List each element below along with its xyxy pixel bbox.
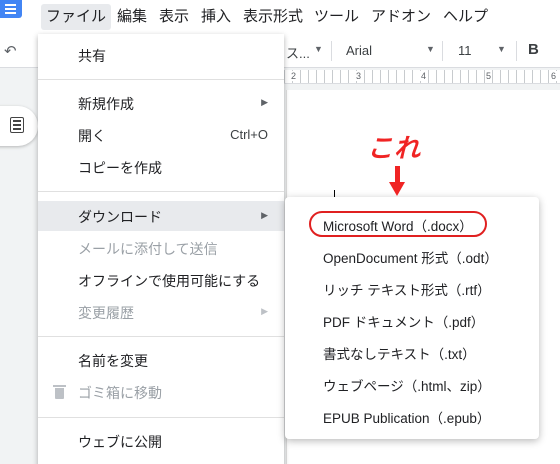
menu-addons[interactable]: アドオン xyxy=(366,4,436,30)
style-chevron-down-icon[interactable]: ▼ xyxy=(314,44,323,54)
menu-format[interactable]: 表示形式 xyxy=(238,4,308,30)
file-menu-rename[interactable]: 名前を変更 xyxy=(38,345,284,375)
trash-icon xyxy=(53,385,66,399)
submenu-item-label: Microsoft Word（.docx） xyxy=(323,219,473,234)
annotation-arrowhead-icon xyxy=(389,182,405,196)
file-menu-make-copy[interactable]: コピーを作成 xyxy=(38,152,284,182)
ruler-number: 5 xyxy=(485,71,493,81)
download-epub[interactable]: EPUB Publication（.epub） xyxy=(285,399,539,431)
menu-divider xyxy=(38,79,284,80)
ruler: 2 3 4 5 6 xyxy=(284,70,560,84)
menu-item-label: コピーを作成 xyxy=(78,160,162,176)
menu-tools[interactable]: ツール xyxy=(309,4,364,30)
menu-item-label: 開く xyxy=(78,128,106,144)
menu-item-label: ウェブに公開 xyxy=(78,434,162,450)
file-menu-email-attachment[interactable]: メールに添付して送信 xyxy=(38,233,284,263)
file-menu-share[interactable]: 共有 xyxy=(38,40,284,70)
ruler-number: 4 xyxy=(420,71,428,81)
file-menu-new[interactable]: 新規作成 ▶ xyxy=(38,88,284,118)
file-menu-publish-to-web[interactable]: ウェブに公開 xyxy=(38,426,284,456)
download-rtf[interactable]: リッチ テキスト形式（.rtf） xyxy=(285,271,539,303)
menu-item-label: 共有 xyxy=(78,48,106,64)
submenu-item-label: OpenDocument 形式（.odt） xyxy=(323,251,498,266)
download-html[interactable]: ウェブページ（.html、zip） xyxy=(285,367,539,399)
menu-insert[interactable]: 挿入 xyxy=(196,4,236,30)
menu-bar: ファイル 編集 表示 挿入 表示形式 ツール アドオン ヘルプ xyxy=(0,0,560,34)
ruler-number: 2 xyxy=(290,71,298,81)
font-size-chevron-down-icon[interactable]: ▼ xyxy=(497,44,506,54)
toolbar-divider xyxy=(442,41,443,61)
docs-logo-icon[interactable] xyxy=(0,0,22,18)
download-txt[interactable]: 書式なしテキスト（.txt） xyxy=(285,335,539,367)
style-select[interactable]: ス... xyxy=(286,43,310,62)
ruler-number: 6 xyxy=(550,71,558,81)
annotation-text: これ xyxy=(367,134,422,164)
file-menu-make-offline[interactable]: オフラインで使用可能にする xyxy=(38,265,284,295)
submenu-arrow-icon: ▶ xyxy=(261,97,268,107)
menu-help[interactable]: ヘルプ xyxy=(438,4,493,30)
download-submenu: Microsoft Word（.docx） OpenDocument 形式（.o… xyxy=(285,197,539,439)
download-docx[interactable]: Microsoft Word（.docx） xyxy=(285,207,539,239)
menu-item-label: 名前を変更 xyxy=(78,353,148,369)
file-menu-download[interactable]: ダウンロード ▶ xyxy=(38,201,284,231)
undo-icon[interactable]: ↶ xyxy=(4,42,17,60)
file-menu-move-to-trash[interactable]: ゴミ箱に移動 xyxy=(38,377,284,407)
submenu-arrow-icon: ▶ xyxy=(261,210,268,220)
menu-item-label: ダウンロード xyxy=(78,209,162,225)
font-chevron-down-icon[interactable]: ▼ xyxy=(426,44,435,54)
file-menu: 共有 新規作成 ▶ 開く Ctrl+O コピーを作成 ダウンロード ▶ メールに… xyxy=(38,34,284,464)
menu-item-shortcut: Ctrl+O xyxy=(230,127,268,142)
ruler-number: 3 xyxy=(355,71,363,81)
download-odt[interactable]: OpenDocument 形式（.odt） xyxy=(285,239,539,271)
download-pdf[interactable]: PDF ドキュメント（.pdf） xyxy=(285,303,539,335)
menu-item-label: 変更履歴 xyxy=(78,305,134,321)
menu-item-label: ゴミ箱に移動 xyxy=(78,385,162,401)
menu-item-label: 新規作成 xyxy=(78,96,134,112)
submenu-item-label: PDF ドキュメント（.pdf） xyxy=(323,315,485,330)
font-size-select[interactable]: 11 xyxy=(458,43,472,58)
submenu-item-label: ウェブページ（.html、zip） xyxy=(323,379,491,394)
toolbar-divider xyxy=(331,41,332,61)
submenu-item-label: リッチ テキスト形式（.rtf） xyxy=(323,283,491,298)
file-menu-open[interactable]: 開く Ctrl+O xyxy=(38,120,284,150)
submenu-arrow-icon: ▶ xyxy=(261,306,268,316)
menu-divider xyxy=(38,417,284,418)
font-select[interactable]: Arial xyxy=(346,43,372,58)
file-menu-version-history[interactable]: 変更履歴 ▶ xyxy=(38,297,284,327)
toolbar-divider xyxy=(516,41,517,61)
bold-button[interactable]: B xyxy=(528,41,539,58)
outline-icon xyxy=(10,117,24,133)
menu-file[interactable]: ファイル xyxy=(41,4,112,30)
submenu-item-label: 書式なしテキスト（.txt） xyxy=(323,347,476,362)
menu-divider xyxy=(38,191,284,192)
menu-item-label: メールに添付して送信 xyxy=(78,241,218,257)
menu-divider xyxy=(38,336,284,337)
menu-view[interactable]: 表示 xyxy=(154,4,194,30)
document-outline-button[interactable] xyxy=(0,106,38,146)
menu-item-label: オフラインで使用可能にする xyxy=(78,273,261,289)
menu-edit[interactable]: 編集 xyxy=(112,4,152,30)
submenu-item-label: EPUB Publication（.epub） xyxy=(323,411,491,426)
